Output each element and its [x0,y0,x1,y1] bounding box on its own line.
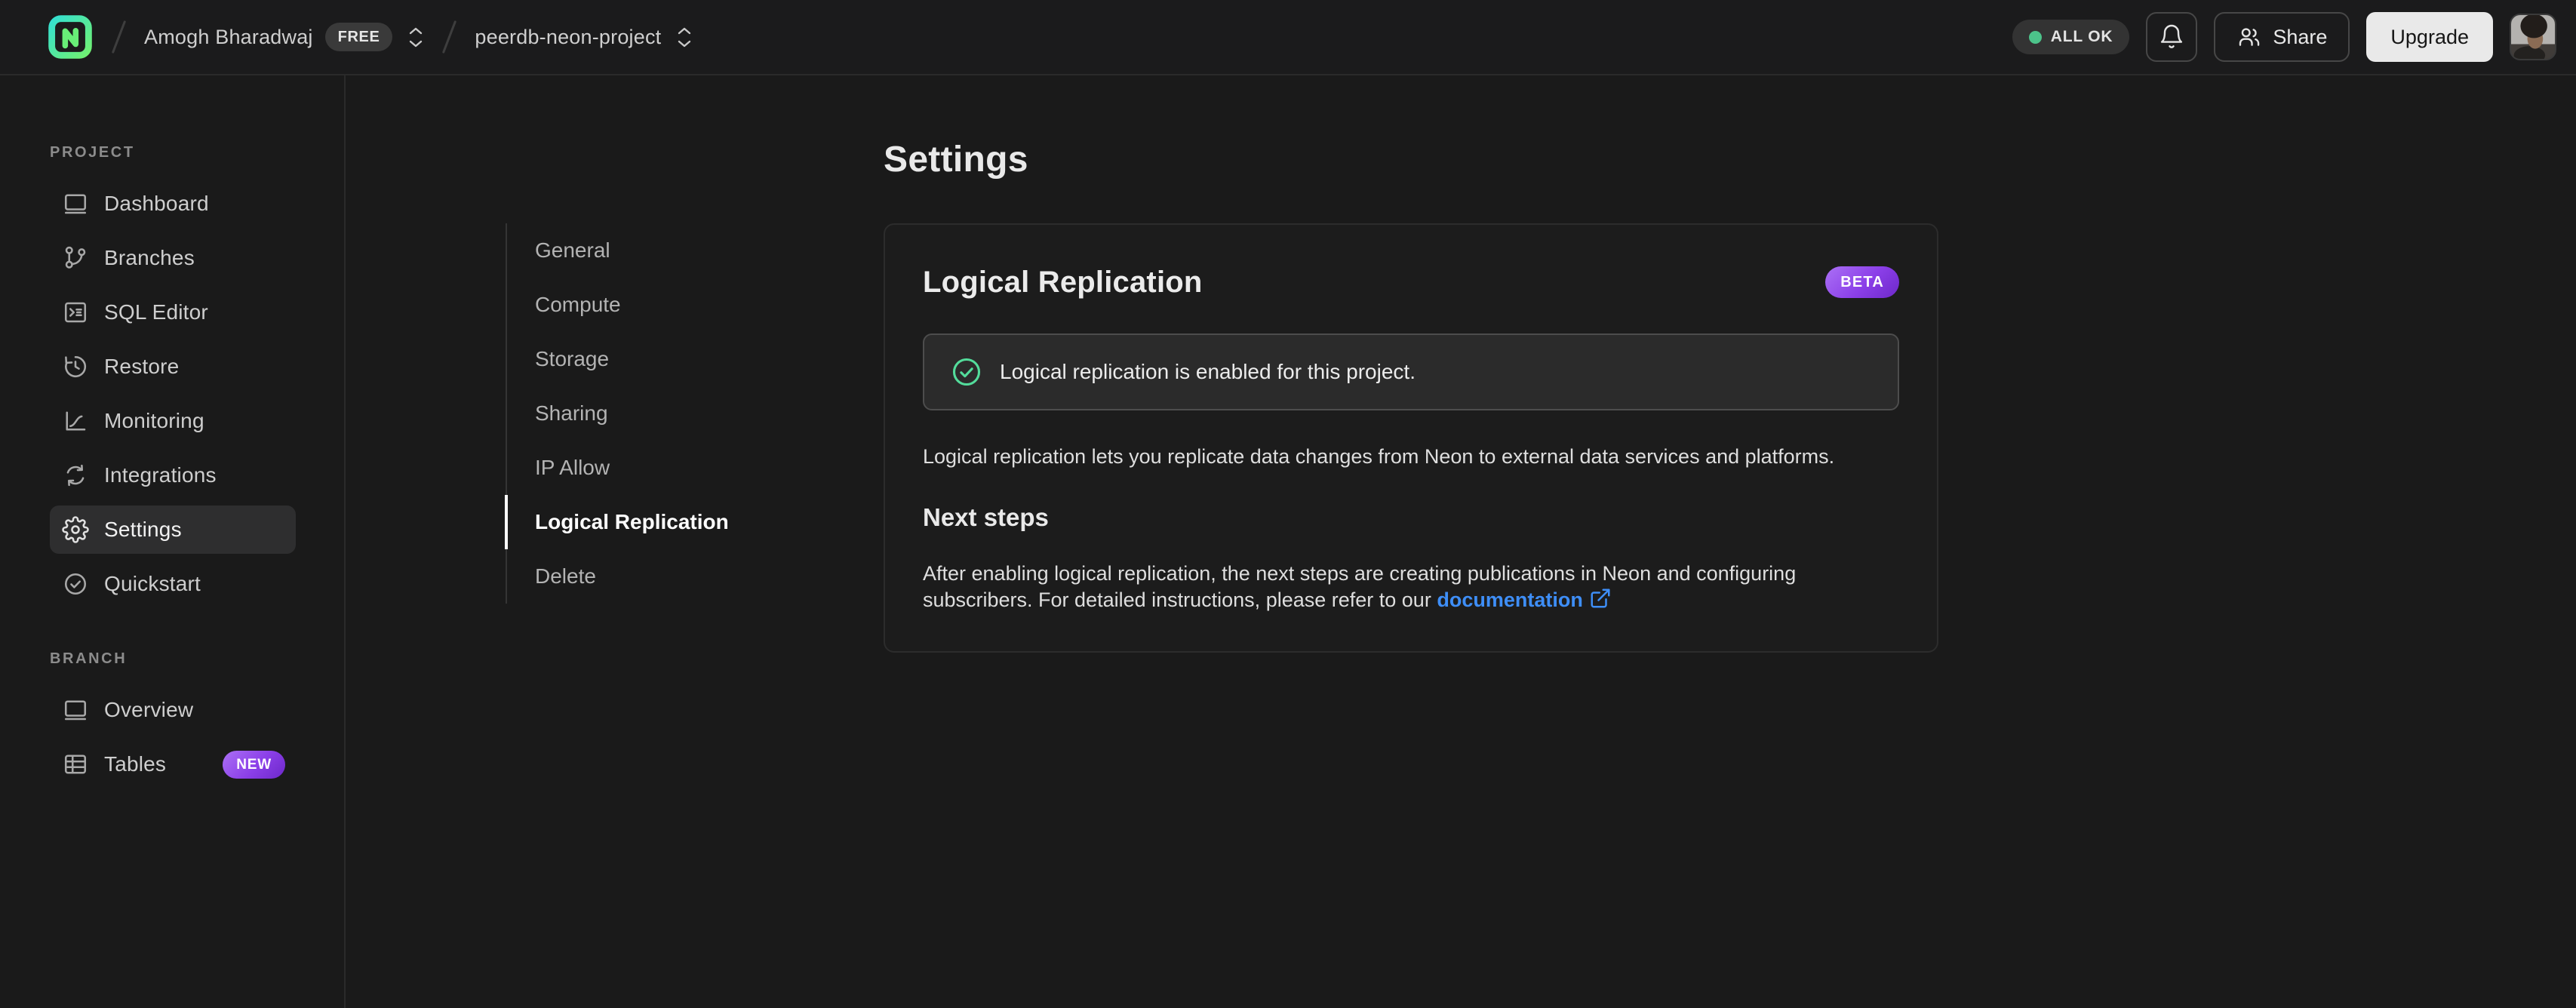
sidebar-item-monitoring[interactable]: Monitoring [50,397,296,445]
next-steps-heading: Next steps [923,503,1049,531]
neon-logo[interactable] [47,14,94,60]
top-bar-actions: ALL OK Share Upgrade [2012,12,2556,62]
project-name[interactable]: peerdb-neon-project [475,26,661,49]
sidebar-item-branches[interactable]: Branches [50,234,296,282]
check-circle-icon [59,567,92,601]
project-breadcrumb: peerdb-neon-project [475,26,693,49]
new-badge: NEW [223,750,285,779]
next-steps-paragraph: After enabling logical replication, the … [923,561,1899,613]
share-label: Share [2273,25,2328,48]
neon-logo-icon [48,15,92,59]
card-title-row: Logical Replication BETA [923,264,1899,300]
settings-nav-delete[interactable]: Delete [507,549,729,604]
breadcrumb-separator [111,20,127,54]
plan-badge: FREE [324,23,393,51]
sidebar-section-gap [50,614,344,650]
sidebar-item-label: Quickstart [104,572,201,595]
notifications-button[interactable] [2146,12,2198,62]
sidebar-item-label: Tables [104,752,167,776]
gear-icon [59,513,92,546]
dashboard-icon [59,187,92,220]
upgrade-button[interactable]: Upgrade [2366,12,2493,62]
settings-nav-logical-replication[interactable]: Logical Replication [505,495,729,549]
breadcrumb-separator [442,20,457,54]
sidebar-item-integrations[interactable]: Integrations [50,451,296,499]
sidebar-item-label: Settings [104,518,182,541]
documentation-link[interactable]: documentation [1437,589,1583,611]
system-status-badge[interactable]: ALL OK [2012,20,2130,54]
settings-nav: General Compute Storage Sharing IP Allow… [505,223,729,604]
users-icon [2239,28,2260,46]
sql-terminal-icon [59,296,92,329]
beta-badge: BETA [1825,266,1899,298]
replication-description: Logical replication lets you replicate d… [923,445,1835,468]
sidebar-item-label: Integrations [104,463,217,487]
org-name[interactable]: Amogh Bharadwaj [144,26,313,49]
status-ok-dot [2028,30,2042,44]
integrations-cycle-icon [59,459,92,492]
sidebar-item-label: Restore [104,355,180,378]
settings-nav-ip-allow[interactable]: IP Allow [507,441,729,495]
replication-enabled-alert: Logical replication is enabled for this … [923,333,1899,410]
main-content: General Compute Storage Sharing IP Allow… [346,75,2576,1008]
sidebar-item-settings[interactable]: Settings [50,506,296,554]
alert-text: Logical replication is enabled for this … [1000,360,1416,383]
settings-nav-general[interactable]: General [507,223,729,278]
neon-console-app: Amogh Bharadwaj FREE peerdb-neon-project [0,0,2576,1008]
sidebar-item-quickstart[interactable]: Quickstart [50,560,296,608]
sidebar-item-label: Dashboard [104,192,209,215]
settings-page: Settings Logical Replication BETA Logica… [884,75,1938,653]
settings-nav-sharing[interactable]: Sharing [507,386,729,441]
success-check-circle-icon [952,358,981,386]
table-icon [59,748,92,781]
sidebar-item-label: SQL Editor [104,300,208,324]
sidebar-project-items: Dashboard Branches SQL Editor Restore Mo… [50,180,296,608]
bell-icon [2161,24,2183,48]
logical-replication-card: Logical Replication BETA Logical replica… [884,223,1938,653]
project-switcher-chevrons-icon[interactable] [676,26,693,48]
sidebar-item-label: Overview [104,698,194,721]
chart-line-icon [59,404,92,438]
git-branch-icon [59,241,92,275]
sidebar-item-overview[interactable]: Overview [50,686,296,734]
org-breadcrumb: Amogh Bharadwaj FREE [144,23,424,51]
org-switcher-chevrons-icon[interactable] [407,26,424,48]
status-text: ALL OK [2050,28,2113,45]
breadcrumb: Amogh Bharadwaj FREE peerdb-neon-project [47,14,693,60]
sidebar-section-branch-label: BRANCH [50,650,128,667]
sidebar-item-label: Monitoring [104,409,204,432]
user-avatar[interactable] [2510,14,2556,60]
settings-nav-compute[interactable]: Compute [507,278,729,332]
next-steps-text: After enabling logical replication, the … [923,562,1797,611]
share-button[interactable]: Share [2214,12,2350,62]
sidebar: PROJECT Dashboard Branches SQL Editor Re… [0,75,346,1008]
window-icon [59,693,92,727]
sidebar-section-project-label: PROJECT [50,144,135,161]
sidebar-item-sql-editor[interactable]: SQL Editor [50,288,296,337]
sidebar-branch-items: Overview Tables NEW [50,686,296,788]
sidebar-item-label: Branches [104,246,195,269]
sidebar-item-dashboard[interactable]: Dashboard [50,180,296,228]
page-title: Settings [884,140,1028,180]
external-link-icon[interactable] [1589,587,1612,610]
top-bar: Amogh Bharadwaj FREE peerdb-neon-project [0,0,2576,75]
card-title: Logical Replication [923,265,1203,299]
sidebar-item-restore[interactable]: Restore [50,343,296,391]
settings-nav-storage[interactable]: Storage [507,332,729,386]
history-clock-icon [59,350,92,383]
sidebar-item-tables[interactable]: Tables NEW [50,740,296,788]
